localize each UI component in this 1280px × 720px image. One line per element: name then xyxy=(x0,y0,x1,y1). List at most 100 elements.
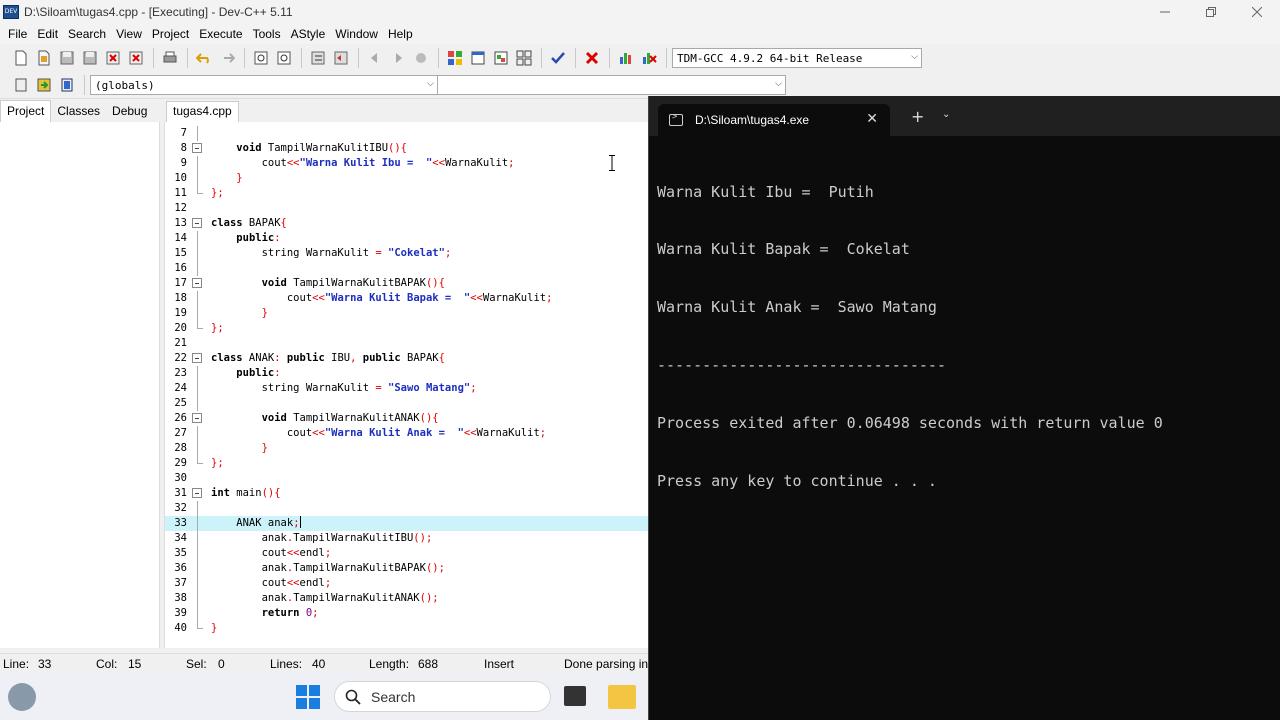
compile-run-button[interactable] xyxy=(490,47,512,69)
minimize-button[interactable] xyxy=(1142,0,1188,24)
fold-collapse-icon[interactable] xyxy=(192,353,202,363)
fold-collapse-icon[interactable] xyxy=(192,488,202,498)
windows-start-icon[interactable] xyxy=(296,685,320,709)
line-number: 34 xyxy=(174,532,187,544)
close-window-button[interactable] xyxy=(1234,0,1280,24)
maximize-button[interactable] xyxy=(1188,0,1234,24)
save-all-button[interactable] xyxy=(79,47,101,69)
compile-grid-icon xyxy=(448,51,462,65)
replace-button[interactable] xyxy=(273,47,295,69)
delete-profile-button[interactable] xyxy=(638,47,660,69)
close-file-button[interactable] xyxy=(102,47,124,69)
taskbar-search-box[interactable]: Search xyxy=(334,681,551,712)
rebuild-grid-icon xyxy=(516,50,532,66)
next-tab-button[interactable] xyxy=(387,47,409,69)
widgets-icon[interactable] xyxy=(8,683,36,711)
tab-debug[interactable]: Debug xyxy=(106,101,153,122)
syntax-check-button[interactable] xyxy=(547,47,569,69)
menu-file[interactable]: File xyxy=(4,27,33,41)
line-number: 33 xyxy=(174,517,187,529)
goto-button[interactable] xyxy=(33,74,55,96)
menu-project[interactable]: Project xyxy=(148,27,195,41)
title-bar: DEV D:\Siloam\tugas4.cpp - [Executing] -… xyxy=(0,0,1280,24)
compiler-select[interactable]: TDM-GCC 4.9.2 64-bit Release ⌵ xyxy=(672,48,922,68)
status-col-value: 15 xyxy=(128,657,142,671)
arrow-right-icon xyxy=(396,53,402,63)
compile-button[interactable] xyxy=(444,47,466,69)
chevron-down-icon[interactable]: ⌄ xyxy=(942,109,950,120)
save-all-icon xyxy=(83,51,97,65)
tab-project[interactable]: Project xyxy=(0,100,52,122)
profile-button[interactable] xyxy=(615,47,637,69)
menu-window[interactable]: Window xyxy=(331,27,384,41)
unindent-button[interactable] xyxy=(330,47,352,69)
menu-edit[interactable]: Edit xyxy=(33,27,64,41)
new-file-button[interactable] xyxy=(10,47,32,69)
redo-button[interactable] xyxy=(216,47,238,69)
terminal-tab-title: D:\Siloam\tugas4.exe xyxy=(695,113,810,127)
insert-button[interactable] xyxy=(10,74,32,96)
prev-tab-button[interactable] xyxy=(364,47,386,69)
red-x-icon xyxy=(585,51,599,65)
menu-help[interactable]: Help xyxy=(384,27,419,41)
delete-profile-icon xyxy=(643,53,657,64)
compiler-select-value: TDM-GCC 4.9.2 64-bit Release xyxy=(677,51,863,65)
terminal-tab[interactable]: D:\Siloam\tugas4.exe ✕ xyxy=(658,104,890,136)
line-number: 39 xyxy=(174,607,187,619)
fold-collapse-icon[interactable] xyxy=(192,143,202,153)
terminal-scrollbar[interactable] xyxy=(1276,136,1280,720)
search-icon xyxy=(345,689,361,705)
document-icon xyxy=(61,78,73,92)
menu-search[interactable]: Search xyxy=(64,27,112,41)
line-number: 10 xyxy=(174,172,187,184)
run-button[interactable] xyxy=(467,47,489,69)
indent-button[interactable] xyxy=(307,47,329,69)
line-number: 24 xyxy=(174,382,187,394)
line-number: 8 xyxy=(180,142,187,154)
function-select[interactable]: ⌵ xyxy=(438,75,786,95)
find-button[interactable] xyxy=(250,47,272,69)
tab-classes[interactable]: Classes xyxy=(51,101,106,122)
close-tab-icon[interactable]: ✕ xyxy=(866,111,878,127)
save-button[interactable] xyxy=(56,47,78,69)
ibeam-cursor-icon xyxy=(609,155,615,171)
code-line: 13 class BAPAK{ xyxy=(165,216,648,231)
fold-collapse-icon[interactable] xyxy=(192,413,202,423)
line-number: 37 xyxy=(174,577,187,589)
toolbar-separator xyxy=(358,48,359,68)
line-number: 15 xyxy=(174,247,187,259)
line-number: 27 xyxy=(174,427,187,439)
close-file-icon xyxy=(106,51,120,65)
editor-tab-tugas4[interactable]: tugas4.cpp xyxy=(166,101,239,122)
undo-button[interactable] xyxy=(193,47,215,69)
editor-tabs: tugas4.cpp xyxy=(164,100,648,122)
scope-select[interactable]: (globals) ⌵ xyxy=(90,75,438,95)
code-line: 25 xyxy=(165,396,648,411)
taskbar-app-icon[interactable] xyxy=(564,686,586,706)
code-line: 20}; xyxy=(165,321,648,336)
class-browser-toolbar: (globals) ⌵ ⌵ xyxy=(0,72,1280,99)
menu-astyle[interactable]: AStyle xyxy=(287,27,332,41)
open-file-button[interactable] xyxy=(33,47,55,69)
close-all-button[interactable] xyxy=(125,47,147,69)
file-explorer-icon[interactable] xyxy=(608,685,636,709)
terminal-output[interactable]: Warna Kulit Ibu = Putih Warna Kulit Bapa… xyxy=(657,144,1277,530)
menu-tools[interactable]: Tools xyxy=(249,27,287,41)
code-line: 12 xyxy=(165,201,648,216)
menu-view[interactable]: View xyxy=(112,27,148,41)
abort-compilation-button[interactable] xyxy=(581,47,603,69)
chevron-down-icon: ⌵ xyxy=(775,79,782,89)
code-line: 22 class ANAK: public IBU, public BAPAK{ xyxy=(165,351,648,366)
fold-collapse-icon[interactable] xyxy=(192,278,202,288)
menu-execute[interactable]: Execute xyxy=(195,27,248,41)
print-button[interactable] xyxy=(159,47,181,69)
new-tab-icon[interactable]: + xyxy=(911,107,924,126)
fold-collapse-icon[interactable] xyxy=(192,218,202,228)
line-number: 29 xyxy=(174,457,187,469)
toggle-bookmark-button[interactable] xyxy=(410,47,432,69)
code-line: 24 string WarnaKulit = "Sawo Matang"; xyxy=(165,381,648,396)
status-col-label: Col: xyxy=(96,657,118,671)
rebuild-all-button[interactable] xyxy=(513,47,535,69)
code-editor[interactable]: 7 8 void TampilWarnaKulitIBU(){ 9 cout<<… xyxy=(164,122,648,648)
toggle-comment-button[interactable] xyxy=(56,74,78,96)
